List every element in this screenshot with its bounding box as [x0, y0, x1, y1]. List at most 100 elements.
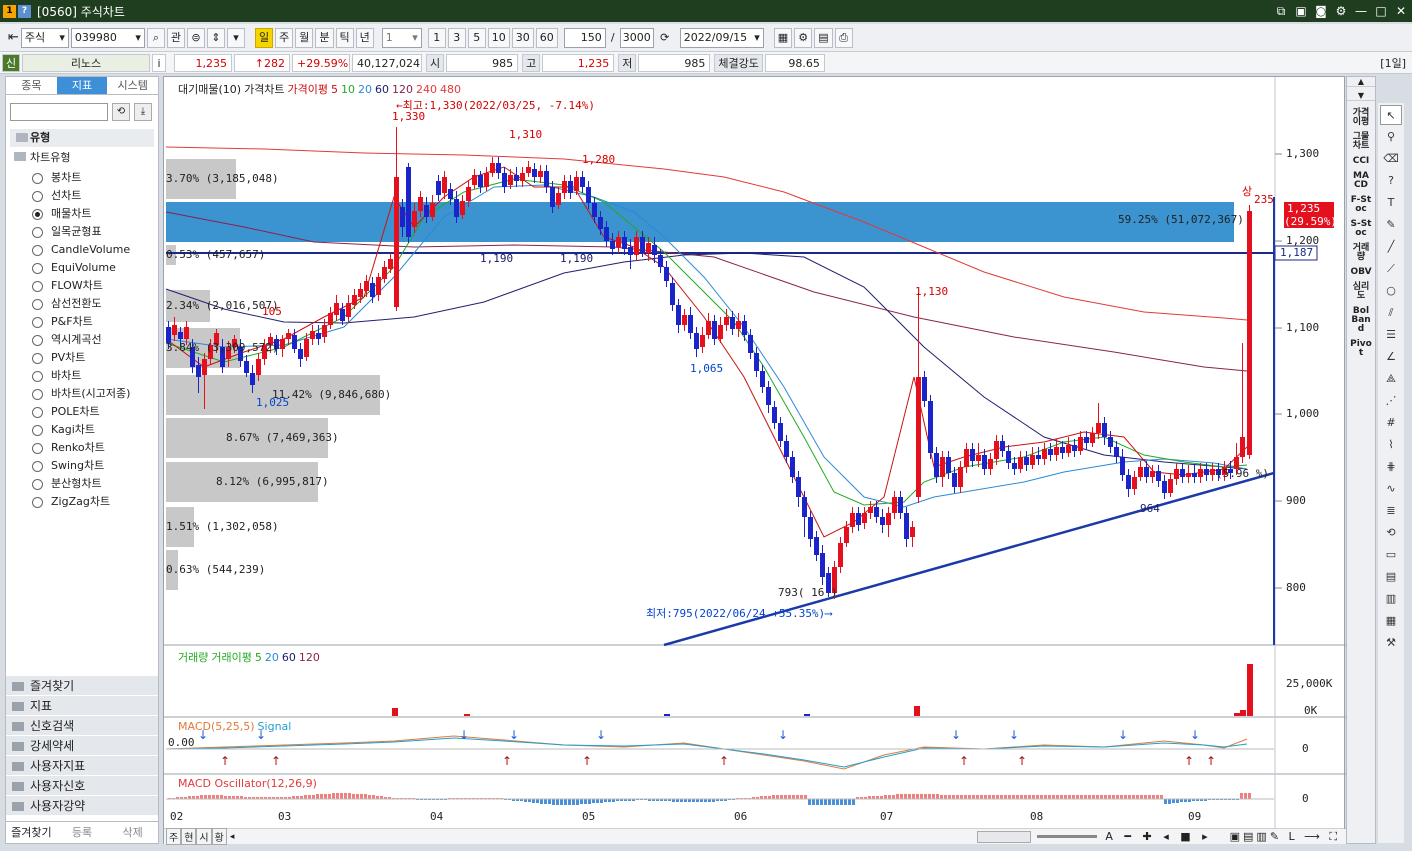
zoom-slider[interactable] — [1037, 835, 1098, 838]
legend-item[interactable]: MACD Oscillator(12,26,9) — [178, 777, 317, 790]
indicator-button[interactable]: 심리도 — [1347, 283, 1375, 301]
tool-icons[interactable]: A ━ ✚ ◂ ■ ▸ — [1105, 830, 1211, 843]
radio-button[interactable] — [32, 478, 43, 490]
auto-icon[interactable]: ⟲ — [1380, 523, 1402, 543]
quick-30[interactable]: 30 — [511, 27, 534, 48]
radio-button[interactable] — [32, 280, 43, 292]
indicator-button[interactable]: Pivot — [1347, 340, 1375, 358]
refresh-icon[interactable]: ⟲ — [112, 103, 130, 121]
tab-status[interactable]: 황 — [211, 828, 227, 845]
cycle-icon[interactable]: ⌇ — [1380, 435, 1402, 455]
legend-item[interactable]: 5 — [255, 651, 262, 664]
chart-type-item[interactable]: Kagi차트 — [32, 421, 130, 439]
gear-icon[interactable]: ⚙ — [1334, 3, 1348, 19]
period-tick[interactable]: 틱 — [335, 27, 354, 48]
chart-type-item[interactable]: ZigZag차트 — [32, 493, 130, 511]
print-icon[interactable]: ⎙ — [834, 27, 853, 48]
chart-type-item[interactable]: 삼선전환도 — [32, 295, 130, 313]
save-layout-icon[interactable]: ▣ — [1294, 3, 1308, 19]
eraser-icon[interactable]: ⌫ — [1380, 149, 1402, 169]
quick-60[interactable]: 60 — [535, 27, 558, 48]
radio-button[interactable] — [32, 226, 43, 238]
period-year[interactable]: 년 — [355, 27, 374, 48]
radio-button[interactable] — [32, 334, 43, 346]
tab-current[interactable]: 현 — [181, 828, 197, 845]
radio-button[interactable] — [32, 460, 43, 472]
indicator-button[interactable]: Bol Band — [1347, 307, 1375, 334]
radio-button[interactable] — [32, 172, 43, 184]
tab-system[interactable]: 시스템 — [107, 77, 158, 94]
chart-type-item[interactable]: 매물차트 — [32, 205, 130, 223]
legend-item[interactable]: 60 — [282, 651, 296, 664]
levels-icon[interactable]: ≣ — [1380, 501, 1402, 521]
tab-indicators[interactable]: 지표 — [56, 77, 108, 94]
chart-type-item[interactable]: 일목균형표 — [32, 223, 130, 241]
window-icon[interactable]: ▭ — [1380, 545, 1402, 565]
legend-item[interactable]: MACD(5,25,5) — [178, 720, 255, 733]
scrollbar[interactable] — [977, 830, 1032, 843]
radio-button[interactable] — [32, 262, 43, 274]
legend-item[interactable]: 480 — [440, 83, 461, 96]
indicator-button[interactable]: CCI — [1347, 157, 1375, 166]
total-input[interactable]: 3000 — [619, 27, 654, 48]
more-icon[interactable]: ▾ — [227, 27, 246, 48]
legend-item[interactable]: 대기매물(10) — [178, 81, 241, 97]
date-select[interactable]: 2022/09/15 ▾ — [679, 27, 764, 48]
fan-icon[interactable]: ⟁ — [1380, 369, 1402, 389]
wave-icon[interactable]: ∿ — [1380, 479, 1402, 499]
chart-type-group[interactable]: 차트유형 — [14, 149, 70, 165]
legend-item[interactable]: 가격차트 — [244, 81, 284, 97]
scroll-up-icon[interactable]: ▲ — [1347, 77, 1375, 87]
bars-icon[interactable]: ▥ — [1380, 589, 1402, 609]
legend-item[interactable]: 240 — [416, 83, 437, 96]
radio-button[interactable] — [32, 388, 43, 400]
chart-type-item[interactable]: 바차트 — [32, 367, 130, 385]
chart-type-item[interactable]: EquiVolume — [32, 259, 130, 277]
indicator-button[interactable]: OBV — [1347, 268, 1375, 277]
report-icon[interactable]: ▦ — [1380, 611, 1402, 631]
line-icon[interactable]: ╱ — [1380, 237, 1402, 257]
tab-main[interactable]: 주 — [166, 828, 182, 845]
chart-type-item[interactable]: POLE차트 — [32, 403, 130, 421]
quick-10[interactable]: 10 — [487, 27, 510, 48]
cursor-icon[interactable]: ↖ — [1380, 105, 1402, 125]
legend-item[interactable]: 가격이평 — [288, 81, 328, 97]
close-button[interactable]: ✕ — [1394, 3, 1408, 19]
ray-icon[interactable]: ⟋ — [1380, 259, 1402, 279]
scroll-down-icon[interactable]: ▼ — [1347, 91, 1375, 101]
period-month[interactable]: 월 — [295, 27, 314, 48]
indicator-button[interactable]: MACD — [1347, 172, 1375, 190]
sidebar-group[interactable]: 사용자지표 — [6, 755, 158, 775]
radio-button[interactable] — [32, 316, 43, 328]
chart-type-item[interactable]: 봉차트 — [32, 169, 130, 187]
hash-icon[interactable]: ⋕ — [1380, 457, 1402, 477]
radio-button[interactable] — [32, 352, 43, 364]
search-icon[interactable]: ⌕ — [146, 27, 165, 48]
section-type[interactable]: 유형 — [10, 129, 154, 147]
maximize-button[interactable]: □ — [1374, 3, 1388, 19]
search-input[interactable] — [10, 103, 108, 121]
radio-button[interactable] — [32, 496, 43, 508]
radio-button[interactable] — [32, 298, 43, 310]
delete-button[interactable]: 삭제 — [107, 822, 158, 843]
magnet-icon[interactable]: ⚲ — [1380, 127, 1402, 147]
period-week[interactable]: 주 — [275, 27, 294, 48]
legend-item[interactable]: 120 — [392, 83, 413, 96]
radio-button[interactable] — [32, 442, 43, 454]
tab-favorites[interactable]: 즐겨찾기 — [6, 822, 57, 843]
legend-item[interactable]: 20 — [265, 651, 279, 664]
legend-item[interactable]: 20 — [358, 83, 372, 96]
radio-button[interactable] — [32, 370, 43, 382]
period-minute[interactable]: 분 — [315, 27, 334, 48]
chart-type-item[interactable]: 선차트 — [32, 187, 130, 205]
wrench-icon[interactable]: ⚒ — [1380, 633, 1402, 653]
sidebar-group[interactable]: 신호검색 — [6, 715, 158, 735]
market-select[interactable]: 주식 ▾ — [20, 27, 69, 48]
watch-button[interactable]: 관 — [166, 27, 186, 48]
help-icon[interactable]: ? — [18, 4, 31, 18]
info-button[interactable]: i — [152, 53, 166, 72]
chart-type-item[interactable]: CandleVolume — [32, 241, 130, 259]
sidebar-group[interactable]: 사용자신호 — [6, 775, 158, 795]
legend-item[interactable]: 10 — [341, 83, 355, 96]
radio-button[interactable] — [32, 244, 43, 256]
